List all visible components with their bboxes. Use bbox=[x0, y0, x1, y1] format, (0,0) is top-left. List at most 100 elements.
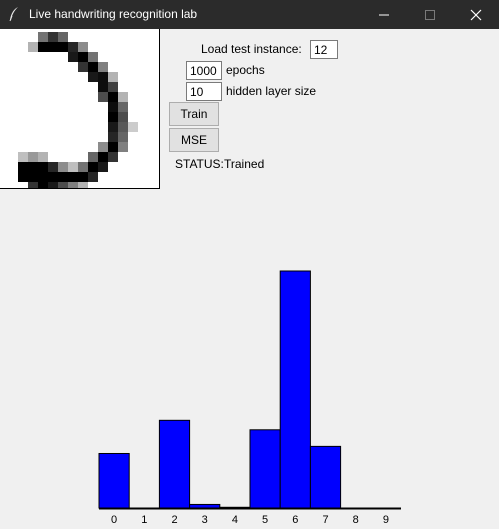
digit-pixel bbox=[28, 152, 38, 162]
handwritten-digit-image bbox=[18, 32, 138, 188]
digit-pixel bbox=[78, 62, 88, 72]
digit-pixel bbox=[68, 42, 78, 52]
output-bar-chart: 0 1 2 3 4 5 6 7 8 9 bbox=[98, 270, 401, 526]
digit-pixel bbox=[68, 162, 78, 172]
close-button[interactable] bbox=[453, 0, 499, 29]
hidden-layer-label: hidden layer size bbox=[226, 84, 317, 98]
epochs-label: epochs bbox=[226, 63, 265, 77]
digit-pixel bbox=[88, 72, 98, 82]
digit-pixel bbox=[58, 162, 68, 172]
digit-pixel bbox=[88, 172, 98, 182]
digit-pixel bbox=[28, 172, 38, 182]
digit-pixel bbox=[78, 52, 88, 62]
digit-pixel bbox=[108, 132, 118, 142]
bar-2 bbox=[158, 419, 191, 509]
tick-label-3: 3 bbox=[202, 514, 208, 526]
digit-pixel bbox=[18, 162, 28, 172]
digit-pixel bbox=[78, 162, 88, 172]
tick-label-9: 9 bbox=[383, 514, 389, 526]
digit-pixel bbox=[78, 172, 88, 182]
digit-pixel bbox=[118, 92, 128, 102]
digit-pixel bbox=[108, 112, 118, 122]
digit-pixel bbox=[18, 172, 28, 182]
tick-label-7: 7 bbox=[322, 514, 328, 526]
digit-pixel bbox=[78, 42, 88, 52]
digit-pixel bbox=[98, 162, 108, 172]
digit-pixel bbox=[88, 62, 98, 72]
digit-pixel bbox=[108, 82, 118, 92]
digit-pixel bbox=[88, 152, 98, 162]
digit-pixel bbox=[108, 72, 118, 82]
tick-label-1: 1 bbox=[141, 514, 147, 526]
digit-pixel bbox=[98, 72, 108, 82]
digit-pixel bbox=[108, 102, 118, 112]
digit-pixel bbox=[48, 172, 58, 182]
digit-pixel bbox=[38, 182, 48, 188]
load-instance-label: Load test instance: bbox=[201, 42, 302, 56]
bar-5 bbox=[249, 429, 281, 509]
digit-pixel bbox=[48, 162, 58, 172]
bar-0 bbox=[98, 452, 130, 509]
bar-3 bbox=[189, 503, 221, 509]
status-label: STATUS: bbox=[175, 157, 224, 171]
digit-pixel bbox=[28, 42, 38, 52]
load-instance-input[interactable] bbox=[310, 40, 338, 59]
tick-label-4: 4 bbox=[232, 514, 238, 526]
digit-pixel bbox=[48, 32, 58, 42]
bar-6 bbox=[279, 270, 311, 509]
output-chart: 0 1 2 3 4 5 6 7 8 9 bbox=[0, 260, 499, 529]
minimize-icon bbox=[379, 14, 389, 15]
tick-label-2: 2 bbox=[171, 514, 177, 526]
tick-label-6: 6 bbox=[292, 514, 298, 526]
maximize-button[interactable] bbox=[407, 0, 453, 29]
digit-pixel bbox=[98, 152, 108, 162]
tick-label-5: 5 bbox=[262, 514, 268, 526]
mse-button[interactable]: MSE bbox=[169, 128, 219, 152]
digit-pixel bbox=[108, 92, 118, 102]
digit-pixel bbox=[128, 122, 138, 132]
window-title: Live handwriting recognition lab bbox=[29, 7, 198, 21]
tick-label-0: 0 bbox=[111, 514, 117, 526]
digit-drawing-canvas[interactable] bbox=[0, 29, 160, 189]
digit-pixel bbox=[118, 122, 128, 132]
feather-icon bbox=[9, 7, 18, 22]
maximize-icon bbox=[425, 9, 435, 20]
digit-pixel bbox=[48, 182, 58, 188]
digit-pixel bbox=[108, 122, 118, 132]
digit-pixel bbox=[98, 62, 108, 72]
digit-pixel bbox=[68, 182, 78, 188]
digit-pixel bbox=[38, 152, 48, 162]
digit-pixel bbox=[68, 52, 78, 62]
digit-pixel bbox=[18, 152, 28, 162]
title-bar: Live handwriting recognition lab bbox=[0, 0, 499, 29]
minimize-button[interactable] bbox=[361, 0, 407, 29]
digit-pixel bbox=[58, 42, 68, 52]
digit-pixel bbox=[38, 162, 48, 172]
epochs-input[interactable] bbox=[186, 61, 222, 80]
digit-pixel bbox=[58, 182, 68, 188]
digit-pixel bbox=[38, 32, 48, 42]
tick-label-8: 8 bbox=[353, 514, 359, 526]
digit-pixel bbox=[108, 152, 118, 162]
digit-pixel bbox=[98, 142, 108, 152]
digit-pixel bbox=[28, 162, 38, 172]
digit-pixel bbox=[58, 172, 68, 182]
digit-pixel bbox=[88, 162, 98, 172]
digit-pixel bbox=[38, 42, 48, 52]
digit-pixel bbox=[48, 42, 58, 52]
digit-pixel bbox=[118, 142, 128, 152]
train-button[interactable]: Train bbox=[169, 102, 219, 126]
digit-pixel bbox=[98, 82, 108, 92]
digit-pixel bbox=[78, 182, 88, 188]
bar-7 bbox=[309, 445, 342, 509]
status-value: Trained bbox=[224, 157, 265, 171]
digit-pixel bbox=[28, 182, 38, 188]
digit-pixel bbox=[118, 102, 128, 112]
digit-pixel bbox=[68, 172, 78, 182]
digit-pixel bbox=[58, 32, 68, 42]
digit-pixel bbox=[98, 92, 108, 102]
digit-pixel bbox=[118, 112, 128, 122]
close-icon bbox=[470, 9, 482, 20]
digit-pixel bbox=[118, 132, 128, 142]
hidden-layer-input[interactable] bbox=[186, 82, 222, 101]
